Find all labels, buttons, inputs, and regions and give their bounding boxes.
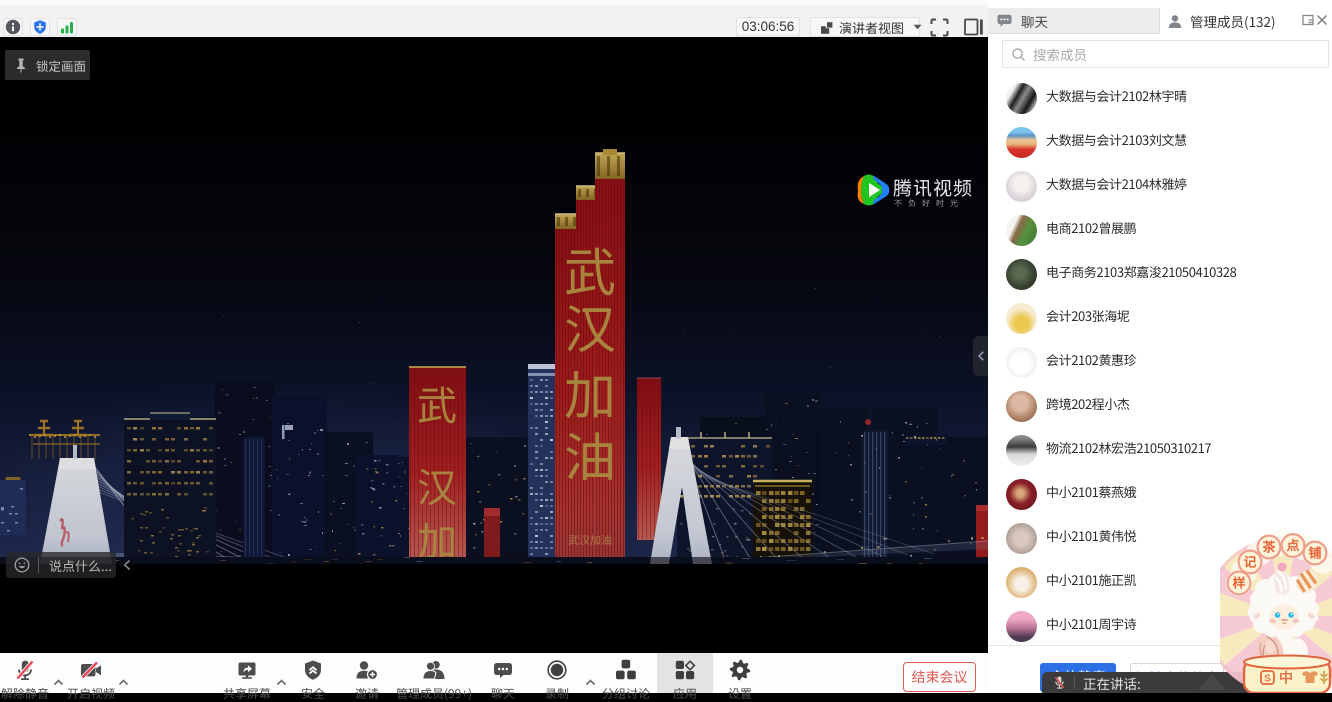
svg-text:茶: 茶	[1262, 537, 1276, 556]
svg-text:铺: 铺	[1308, 543, 1321, 562]
svg-text:点: 点	[1286, 535, 1299, 554]
svg-text:样: 样	[1232, 573, 1245, 592]
svg-text:记: 记	[1243, 552, 1256, 571]
svg-text:不负好时光: 不负好时光	[894, 198, 964, 209]
svg-text:中: 中	[1279, 668, 1293, 688]
svg-text:S: S	[1264, 674, 1271, 685]
svg-text:腾讯视频: 腾讯视频	[893, 174, 973, 201]
